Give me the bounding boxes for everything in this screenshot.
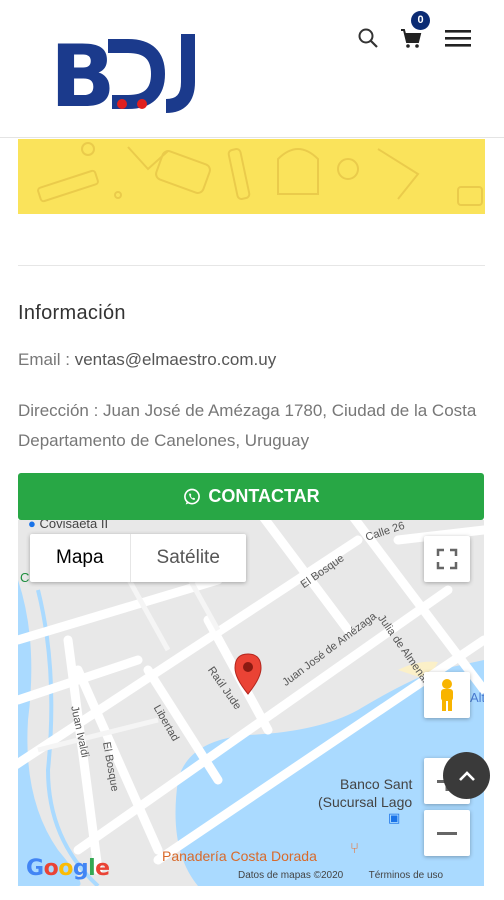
place-label: Banco Sant — [340, 776, 413, 792]
place-label: Panadería Costa Dorada — [162, 848, 317, 864]
street-view-button[interactable] — [424, 672, 470, 718]
fullscreen-icon — [436, 548, 458, 570]
map-terms-link[interactable]: Términos de uso — [369, 870, 443, 881]
contact-button[interactable]: CONTACTAR — [18, 473, 484, 520]
svg-text:B: B — [50, 27, 112, 116]
restaurant-icon[interactable]: ⑂ — [350, 840, 359, 857]
address-label: Dirección : — [18, 401, 104, 420]
search-icon[interactable] — [356, 26, 380, 50]
map-type-map[interactable]: Mapa — [30, 534, 130, 582]
info-heading: Información — [18, 302, 126, 324]
fullscreen-button[interactable] — [424, 536, 470, 582]
whatsapp-icon — [184, 488, 201, 504]
scroll-to-top-button[interactable] — [443, 752, 490, 799]
info-email: Email : ventas@elmaestro.com.uy — [18, 350, 276, 370]
google-logo[interactable]: Google — [26, 856, 110, 881]
email-label: Email : — [18, 350, 75, 369]
map-type-satellite[interactable]: Satélite — [131, 534, 246, 582]
chevron-up-icon — [458, 770, 475, 781]
site-header: B 0 — [0, 0, 504, 138]
email-link[interactable]: ventas@elmaestro.com.uy — [75, 350, 277, 369]
map-attribution: Datos de mapas ©2020 — [238, 870, 344, 881]
section-divider — [18, 265, 485, 266]
banner-pattern — [37, 142, 483, 206]
bus-stop-icon[interactable]: ▣ — [388, 810, 400, 826]
map-type-control: Mapa Satélite — [30, 534, 246, 582]
location-pin-icon[interactable] — [233, 652, 263, 696]
minus-icon — [437, 832, 457, 835]
info-address: Dirección : Juan José de Amézaga 1780, C… — [18, 396, 488, 456]
bdj-logo[interactable]: B — [50, 24, 210, 116]
zoom-out-button[interactable] — [424, 810, 470, 856]
pegman-icon — [441, 679, 453, 711]
place-label: (Sucursal Lago — [318, 794, 413, 810]
cart-count-badge: 0 — [411, 11, 430, 30]
map-footer: Datos de mapas ©2020 Términos de uso — [238, 870, 443, 881]
yellow-banner — [18, 139, 485, 214]
hamburger-menu-icon[interactable] — [444, 26, 472, 50]
contact-button-label: CONTACTAR — [208, 486, 320, 506]
place-label: Alt — [470, 690, 484, 705]
google-map[interactable]: Calle 26 El Bosque Julia de Almenara Jua… — [18, 520, 484, 886]
place-label: ● Covisaeta II — [28, 520, 109, 531]
